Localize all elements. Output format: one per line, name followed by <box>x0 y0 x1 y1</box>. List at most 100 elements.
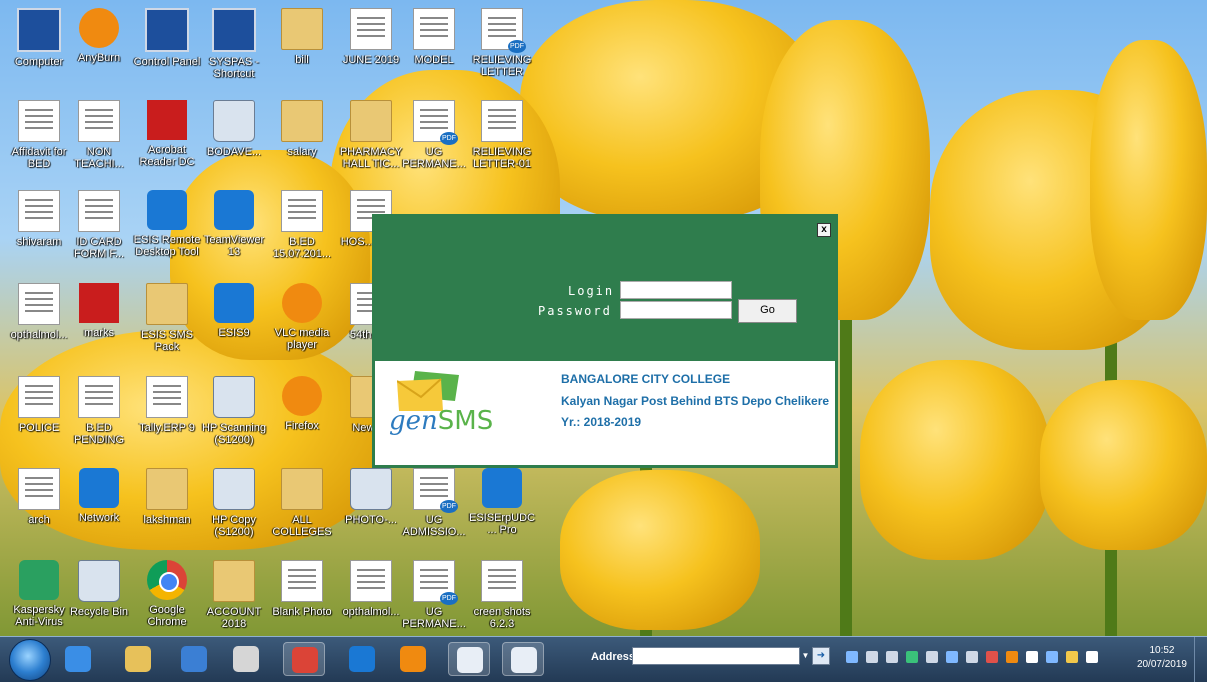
taskbar-item[interactable] <box>225 642 267 676</box>
help-icon[interactable] <box>846 651 858 663</box>
desktop-icon[interactable]: Recycle Bin <box>65 560 133 618</box>
college-address: Kalyan Nagar Post Behind BTS Depo Chelik… <box>561 394 830 408</box>
desktop-icon[interactable]: SYSPAS - Shortcut <box>200 8 268 80</box>
desktop-icon[interactable]: PHARMACY HALL TIC... <box>337 100 405 170</box>
desktop-icon-label: UG PERMANE... <box>402 146 466 170</box>
document-icon <box>78 100 120 142</box>
show-desktop-button[interactable] <box>1194 637 1207 682</box>
desktop-icon[interactable]: Google Chrome <box>133 560 201 628</box>
desktop-icon-label: ACCOUNT 2018 <box>206 606 262 630</box>
desktop-icon[interactable]: UG PERMANE... <box>400 100 468 170</box>
desktop-icon[interactable]: ESISErpUDC... Pro <box>468 468 536 536</box>
desktop-icon[interactable]: ESIS Remote Desktop Tool <box>133 190 201 258</box>
monitor-icon[interactable] <box>946 651 958 663</box>
close-button[interactable]: x <box>817 223 831 237</box>
network-tray-icon[interactable] <box>966 651 978 663</box>
desktop-icon[interactable]: RELIEVING LETTER <box>468 8 536 78</box>
desktop-icon[interactable]: POLICE <box>5 376 73 434</box>
desktop-icon-label: B.ED PENDING <box>73 422 125 446</box>
login-input[interactable] <box>620 281 732 299</box>
taskbar-item[interactable] <box>448 642 490 676</box>
desktop-icon[interactable]: Blank Photo <box>268 560 336 618</box>
spreadsheet-icon <box>78 376 120 418</box>
taskbar-item[interactable] <box>341 642 383 676</box>
desktop-icon[interactable]: Affidavit for BED <box>5 100 73 170</box>
start-button[interactable] <box>9 639 51 681</box>
address-dropdown-icon[interactable]: ▼ <box>800 647 811 665</box>
shield-icon[interactable] <box>906 651 918 663</box>
teamviewer-icon <box>214 190 254 230</box>
desktop-icon[interactable]: Acrobat Reader DC <box>133 100 201 168</box>
password-label: Password <box>538 304 612 318</box>
desktop-icon-label: salary <box>287 146 317 158</box>
desktop-icon[interactable]: UG PERMANE... <box>400 560 468 630</box>
desktop-icon[interactable]: JUNE 2019 <box>337 8 405 66</box>
go-button[interactable]: Go <box>738 299 797 323</box>
desktop-icon[interactable]: marks <box>65 283 133 339</box>
desktop-icon[interactable]: salary <box>268 100 336 158</box>
desktop-icon[interactable]: ACCOUNT 2018 <box>200 560 268 630</box>
taskbar-item[interactable] <box>173 642 215 676</box>
desktop-icon[interactable]: PHOTO-... <box>337 468 405 526</box>
desktop-icon[interactable]: Network <box>65 468 133 524</box>
desktop-icon-label: HP Copy (S1200) <box>212 514 256 538</box>
vlc-tray-icon[interactable] <box>1006 651 1018 663</box>
desktop-icon-label: MODEL <box>414 54 454 66</box>
desktop-icon[interactable]: Firefox <box>268 376 336 432</box>
desktop-icon[interactable]: ALL COLLEGES <box>268 468 336 538</box>
desktop-icon-label: ESISErpUDC... Pro <box>468 512 536 536</box>
desktop-icon[interactable]: NON TEACHI... <box>65 100 133 170</box>
taskbar-item[interactable] <box>57 642 99 676</box>
taskbar-item[interactable] <box>392 642 434 676</box>
desktop-icon[interactable]: ESIS SMS Pack <box>133 283 201 353</box>
desktop-icon[interactable]: ESIS9 <box>200 283 268 339</box>
desktop-icon[interactable]: Kaspersky Anti-Virus <box>5 560 73 628</box>
desktop-icon[interactable]: Tally.ERP 9 <box>133 376 201 434</box>
user-icon[interactable] <box>886 651 898 663</box>
desktop-icon[interactable]: shivaram <box>5 190 73 248</box>
desktop-icon[interactable]: HP Copy (S1200) <box>200 468 268 538</box>
tools-icon[interactable] <box>866 651 878 663</box>
address-go-button[interactable]: ➜ <box>812 647 830 665</box>
desktop-icon[interactable]: creen shots 6.2.3 <box>468 560 536 630</box>
desktop-icon[interactable]: BODAVE... <box>200 100 268 158</box>
desktop-icon-label: creen shots 6.2.3 <box>473 606 531 630</box>
desktop-icon[interactable]: bill <box>268 8 336 66</box>
flag-icon[interactable] <box>986 651 998 663</box>
desktop-icon-label: TeamViewer 13 <box>203 234 265 258</box>
desktop-icon[interactable]: lakshman <box>133 468 201 526</box>
display-icon[interactable] <box>1046 651 1058 663</box>
clock-date: 20/07/2019 <box>1136 659 1187 670</box>
desktop-icon[interactable]: B.ED 15.07.201... <box>268 190 336 260</box>
tulip-flower <box>1090 40 1207 320</box>
cloud-icon[interactable] <box>926 651 938 663</box>
desktop-icon[interactable]: Control Panel <box>133 8 201 68</box>
security-icon[interactable] <box>1066 651 1078 663</box>
desktop-icon[interactable]: RELIEVING LETTER-01 <box>468 100 536 170</box>
desktop-icon[interactable]: VLC media player <box>268 283 336 351</box>
taskbar-item[interactable] <box>502 642 544 676</box>
acrobat-icon <box>147 100 187 140</box>
desktop-icon[interactable]: AnyBurn <box>65 8 133 64</box>
college-name: BANGALORE CITY COLLEGE <box>561 372 731 386</box>
taskbar-item[interactable] <box>283 642 325 676</box>
volume-icon[interactable] <box>1026 651 1038 663</box>
desktop-icon[interactable]: UG ADMISSIO... <box>400 468 468 538</box>
password-input[interactable] <box>620 301 732 319</box>
address-input[interactable] <box>632 647 800 665</box>
desktop-icon[interactable]: TeamViewer 13 <box>200 190 268 258</box>
desktop-icon[interactable]: B.ED PENDING <box>65 376 133 446</box>
desktop-icon[interactable]: ID CARD FORM F... <box>65 190 133 260</box>
desktop-icon[interactable]: MODEL <box>400 8 468 66</box>
desktop-icon-label: UG PERMANE... <box>402 606 466 630</box>
desktop-icon[interactable]: opthalmol... <box>5 283 73 341</box>
spreadsheet-icon <box>350 560 392 602</box>
desktop-icon-label: Network <box>78 512 120 524</box>
desktop-icon[interactable]: arch <box>5 468 73 526</box>
clock[interactable]: 10:52 20/07/2019 <box>1137 644 1187 672</box>
desktop-icon[interactable]: opthalmol... <box>337 560 405 618</box>
desktop-icon[interactable]: Computer <box>5 8 73 68</box>
taskbar-item[interactable] <box>117 642 159 676</box>
desktop-icon[interactable]: HP Scanning (S1200) <box>200 376 268 446</box>
action-center-icon[interactable] <box>1086 651 1098 663</box>
